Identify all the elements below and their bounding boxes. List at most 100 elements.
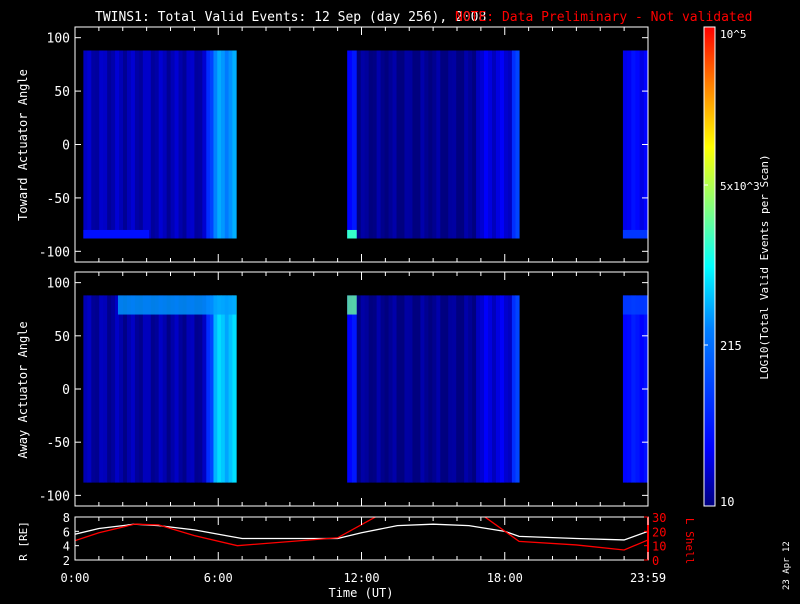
heatmap-cell (488, 295, 493, 483)
x-tick-label: 18:00 (487, 571, 523, 585)
heatmap-cell (347, 295, 357, 315)
heatmap-cell (480, 50, 485, 239)
heatmap-cell (138, 50, 144, 239)
heatmap-cell (99, 295, 104, 483)
heatmap-cell (186, 295, 191, 483)
heatmap-cell (182, 50, 187, 239)
heatmap-cell (134, 50, 140, 239)
heatmap-cell (99, 50, 104, 239)
heatmap-cell (150, 295, 156, 483)
heatmap-cell (428, 295, 433, 483)
x-axis-label: Time (UT) (328, 586, 393, 600)
heatmap-cell (119, 295, 124, 483)
colorbar-label: LOG10(Total Valid Events per Scan) (758, 154, 771, 379)
heatmap-cell (404, 50, 409, 239)
heatmap-cell (472, 295, 477, 483)
heatmap-cell (408, 295, 413, 483)
heatmap-cell (154, 295, 160, 483)
y-tick-label-right: 10 (652, 540, 666, 554)
heatmap-cell (115, 50, 120, 239)
heatmap-cell (209, 50, 214, 239)
y-tick-label-right: 20 (652, 525, 666, 539)
y-tick-label: -100 (39, 489, 70, 504)
heatmap-cell (448, 50, 453, 239)
heatmap-cell (119, 50, 124, 239)
heatmap-cell (103, 50, 108, 239)
heatmap-cell (182, 295, 187, 483)
heatmap-cell (209, 295, 214, 483)
heatmap-cell (83, 229, 150, 239)
colorbar-tick-215: 215 (720, 339, 742, 353)
heatmap-cell (217, 50, 222, 239)
y-tick-label-right: 30 (652, 511, 666, 525)
heatmap-cell (400, 50, 405, 239)
heatmap-cell (635, 50, 641, 239)
heatmap-cell (117, 295, 237, 315)
heatmap-cell (460, 295, 465, 483)
heatmap-cell (631, 295, 636, 483)
heatmap-cell (107, 295, 112, 483)
heatmap-cell (347, 50, 353, 239)
heatmap-cell (460, 50, 465, 239)
orbit-ylabel-right: L Shell (683, 518, 696, 564)
heatmap-cell (202, 295, 207, 483)
heatmap-cell (412, 50, 417, 239)
heatmap-cell (206, 295, 211, 483)
heatmap-cell (224, 50, 230, 239)
heatmap-cell (424, 50, 429, 239)
heatmap-cell (190, 295, 195, 483)
heatmap-cell (87, 50, 92, 239)
heatmap-cell (400, 295, 405, 483)
heatmap-cell (130, 295, 136, 483)
heatmap-cell (217, 295, 222, 483)
heatmap-cell (452, 50, 457, 239)
heatmap-cell (178, 50, 184, 239)
heatmap-cell (440, 295, 445, 483)
heatmap-cell (111, 295, 116, 483)
heatmap-cell (432, 295, 437, 483)
heatmap-cell (503, 295, 509, 483)
heatmap-cell (448, 295, 453, 483)
heatmap-cell (499, 50, 505, 239)
heatmap-cell (420, 50, 425, 239)
heatmap-cell (170, 295, 176, 483)
x-tick-label: 0:00 (61, 571, 90, 585)
heatmap-cell (622, 295, 628, 483)
heatmap-cell (492, 295, 497, 483)
heatmap-cell (484, 50, 489, 239)
heatmap-cell (432, 50, 437, 239)
heatmap-cell (472, 50, 477, 239)
heatmap-cell (146, 50, 152, 239)
heatmap-cell (368, 50, 374, 239)
heatmap-cell (198, 295, 203, 483)
colorbar-tick-5e3: 5x10^3 (720, 180, 760, 193)
heatmap-cell (221, 50, 226, 239)
twins-plot: TWINS1: Total Valid Events: 12 Sep (day … (16, 10, 792, 600)
heatmap-cell (424, 295, 429, 483)
plot-title: TWINS1: Total Valid Events: 12 Sep (day … (95, 10, 486, 25)
heatmap-cell (488, 50, 493, 239)
heatmap-cell (507, 50, 513, 239)
heatmap-cell (166, 295, 172, 483)
heatmap-cell (515, 50, 520, 239)
heatmap-cell (360, 50, 366, 239)
heatmap-cell (622, 229, 648, 239)
heatmap-cell (444, 50, 449, 239)
heatmap-cell (484, 295, 489, 483)
heatmap-cell (170, 50, 176, 239)
heatmap-cell (123, 50, 128, 239)
heatmap-cell (376, 295, 382, 483)
y-tick-label-right: 0 (652, 554, 659, 568)
heatmap-cell (495, 50, 501, 239)
heatmap-cell (627, 295, 632, 483)
heatmap-cell (162, 50, 168, 239)
y-tick-label: 50 (54, 85, 70, 100)
y-tick-label: -50 (47, 436, 70, 451)
heatmap-cell (95, 295, 100, 483)
colorbar (703, 26, 716, 507)
r-distance-line (75, 523, 648, 541)
heatmap-cell (356, 50, 362, 239)
y-tick-label: 100 (47, 32, 70, 47)
y-tick-label: 6 (63, 525, 70, 539)
y-tick-label: 50 (54, 330, 70, 345)
